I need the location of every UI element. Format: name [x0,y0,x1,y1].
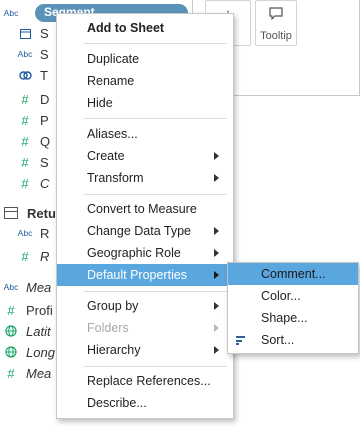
number-icon: # [7,302,15,318]
submenu-item-sort[interactable]: Sort... [228,329,358,351]
globe-icon [4,345,18,359]
table-icon [4,207,18,219]
number-icon: # [21,175,29,191]
abc-icon: Abc [3,8,19,18]
number-icon: # [21,91,29,107]
measure-item[interactable]: # Profi [4,300,53,320]
abc-icon: Abc [3,282,19,292]
menu-separator [84,291,227,292]
field-label: S [40,25,49,41]
field-label: Latit [26,323,51,339]
submenu-arrow-icon [214,227,219,235]
number-icon: # [7,365,15,381]
menu-item-describe[interactable]: Describe... [57,392,233,414]
field-item[interactable]: # R [18,246,49,266]
submenu-arrow-icon [214,324,219,332]
field-item[interactable]: # S [18,152,49,172]
field-label: D [40,91,50,107]
menu-item-convert-to-measure[interactable]: Convert to Measure [57,198,233,220]
submenu-arrow-icon [214,346,219,354]
field-label: Mea [26,365,52,381]
number-icon: # [21,248,29,264]
returns-table-header[interactable]: Retu [4,204,56,222]
number-icon: # [21,112,29,128]
field-item[interactable]: # Q [18,131,50,151]
menu-item-transform[interactable]: Transform [57,167,233,189]
menu-item-geographic-role[interactable]: Geographic Role [57,242,233,264]
submenu-arrow-icon [214,249,219,257]
field-label: Q [40,133,51,149]
field-label: Profi [26,302,53,318]
tooltip-label: Tooltip [260,30,292,42]
menu-item-create[interactable]: Create [57,145,233,167]
menu-separator [84,43,227,44]
menu-item-replace-references[interactable]: Replace References... [57,370,233,392]
number-icon: # [21,154,29,170]
field-item[interactable]: # P [18,110,49,130]
field-label: T [40,67,48,83]
globe-icon [4,324,18,338]
menu-item-add-to-sheet[interactable]: Add to Sheet [57,17,233,39]
menu-separator [84,194,227,195]
field-label: S [40,46,49,62]
table-name: Retu [27,205,56,221]
menu-item-folders: Folders [57,317,233,339]
field-item[interactable]: Abc R [17,223,50,243]
calendar-icon [18,26,32,40]
submenu-arrow-icon [214,302,219,310]
menu-item-default-properties[interactable]: Default Properties [57,264,233,286]
field-item[interactable]: T [18,65,48,85]
menu-separator [84,118,227,119]
submenu-arrow-icon [214,271,219,279]
field-label: P [40,112,49,128]
field-label: S [40,154,49,170]
submenu-arrow-icon [214,152,219,160]
menu-item-rename[interactable]: Rename [57,70,233,92]
field-label: C [40,175,50,191]
link-icon [18,68,32,82]
field-item[interactable]: Abc S [18,44,49,64]
field-label: Long [26,344,55,360]
menu-separator [84,366,227,367]
menu-item-duplicate[interactable]: Duplicate [57,48,233,70]
submenu-item-color[interactable]: Color... [228,285,358,307]
menu-item-aliases[interactable]: Aliases... [57,123,233,145]
submenu-item-shape[interactable]: Shape... [228,307,358,329]
menu-item-change-data-type[interactable]: Change Data Type [57,220,233,242]
measure-item[interactable]: Latit [4,321,51,341]
field-item[interactable]: S [18,23,49,43]
tooltip-icon [256,7,296,23]
submenu-arrow-icon [214,174,219,182]
menu-item-hide[interactable]: Hide [57,92,233,114]
menu-item-group-by[interactable]: Group by [57,295,233,317]
measure-item[interactable]: Long [4,342,55,362]
field-label: R [40,248,50,264]
menu-item-hierarchy[interactable]: Hierarchy [57,339,233,361]
submenu-item-comment[interactable]: Comment... [228,263,358,285]
field-context-menu: Add to Sheet Duplicate Rename Hide Alias… [56,13,234,419]
field-label: R [40,225,50,241]
field-label: Mea [26,279,52,295]
field-item[interactable]: # C [18,173,49,193]
tooltip-button[interactable]: Tooltip [255,0,297,46]
field-type-abc: Abc [4,6,26,20]
measure-item[interactable]: # Mea [4,363,51,383]
default-properties-submenu: Comment... Color... Shape... Sort... [227,262,359,354]
abc-icon: Abc [17,228,33,238]
measure-names-field[interactable]: Abc Mea [3,277,52,297]
abc-icon: Abc [17,49,33,59]
number-icon: # [21,133,29,149]
field-item[interactable]: # D [18,89,49,109]
sort-icon [236,336,245,345]
